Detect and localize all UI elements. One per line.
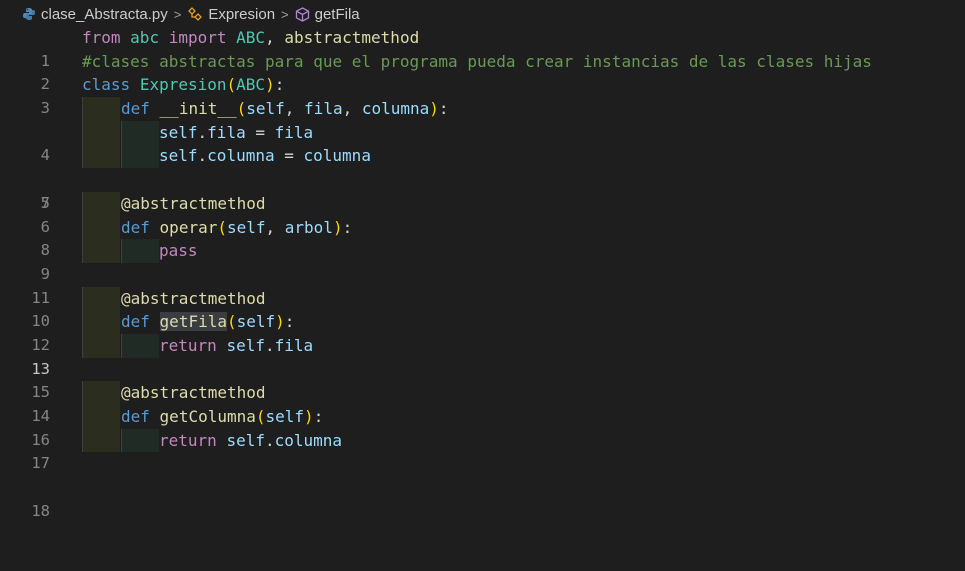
indent-guide (82, 333, 120, 358)
code-text: return self.columna (159, 430, 343, 450)
code-line[interactable]: 1 from abc import ABC, abstractmethod (0, 26, 965, 70)
code-text: self.fila = fila (159, 122, 314, 142)
breadcrumb-file-label: clase_Abstracta.py (41, 5, 168, 23)
indent-guide (82, 144, 120, 169)
code-line[interactable]: 14 return self.fila (0, 333, 965, 425)
code-line[interactable]: 5 self.fila = fila (0, 120, 965, 212)
breadcrumb: clase_Abstracta.py > Expresion > getFila (0, 0, 965, 28)
code-text: def __init__(self, fila, columna): (121, 99, 449, 119)
code-line[interactable]: 2 #clases abstractas para que el program… (0, 50, 965, 94)
method-cube-icon (295, 6, 310, 22)
code-line[interactable]: 3 class Expresion(ABC): (0, 73, 965, 117)
breadcrumb-method-label: getFila (314, 5, 360, 23)
breadcrumb-file[interactable]: clase_Abstracta.py (22, 6, 168, 23)
indent-guide (82, 381, 120, 405)
code-comment: #clases abstractas para que el programa … (82, 51, 872, 71)
indent-guide (121, 120, 159, 145)
code-line[interactable]: 16 @abstractmethod (0, 381, 965, 449)
code-text: self.columna = columna (159, 146, 371, 166)
indent-guide (82, 97, 120, 121)
code-text: def operar(self, arbol): (121, 217, 353, 237)
python-icon (22, 7, 36, 21)
breadcrumb-method[interactable]: getFila (295, 6, 360, 23)
indent-guide (121, 239, 159, 263)
decorator: @abstractmethod (121, 383, 266, 403)
indent-guide (121, 428, 159, 453)
code-line[interactable]: 6 self.columna = columna (0, 144, 965, 236)
line-number: 18 (31, 501, 50, 520)
code-line[interactable]: 7 (0, 168, 965, 212)
breadcrumb-class[interactable]: Expresion (187, 6, 275, 23)
code-text: return self.fila (159, 335, 314, 355)
code-line[interactable]: 15 (0, 358, 965, 401)
chevron-right-icon: > (173, 6, 182, 22)
indent-guide (82, 428, 120, 453)
chevron-right-icon: > (281, 6, 289, 22)
selected-word-highlight: getFila (159, 312, 227, 332)
code-line[interactable]: 18 return self.columna (0, 428, 965, 520)
code-text: def getColumna(self): (121, 407, 324, 426)
indent-guide (82, 405, 120, 429)
code-line[interactable]: 9 def operar(self, arbol): (0, 215, 965, 283)
code-line-active[interactable]: 13 def getFila(self): (0, 310, 965, 378)
code-text: class Expresion(ABC): (82, 75, 285, 95)
code-line[interactable]: 17 def getColumna(self): (0, 405, 965, 472)
code-editor[interactable]: 1 from abc import ABC, abstractmethod 2 … (0, 26, 965, 520)
code-line[interactable]: 4 def __init__(self, fila, columna): (0, 97, 965, 164)
indent-guide (121, 144, 159, 169)
indent-guide (82, 191, 120, 216)
code-line[interactable]: 12 @abstractmethod (0, 286, 965, 354)
indent-guide (82, 239, 120, 263)
code-line[interactable]: 10 pass (0, 239, 965, 330)
indent-guide (82, 286, 120, 311)
code-text: from abc import ABC, abstractmethod (82, 28, 420, 47)
breadcrumb-class-label: Expresion (208, 5, 276, 23)
code-text: pass (159, 241, 198, 261)
decorator: @abstractmethod (121, 193, 266, 213)
decorator: @abstractmethod (121, 288, 266, 308)
indent-guide (82, 310, 120, 334)
indent-guide (121, 333, 159, 358)
code-text: def getFila(self): (121, 312, 295, 332)
code-line[interactable]: 11 (0, 263, 965, 307)
indent-guide (82, 120, 120, 145)
class-icon (187, 7, 203, 21)
code-line[interactable]: 8 @abstractmethod (0, 191, 965, 259)
indent-guide (82, 215, 120, 240)
